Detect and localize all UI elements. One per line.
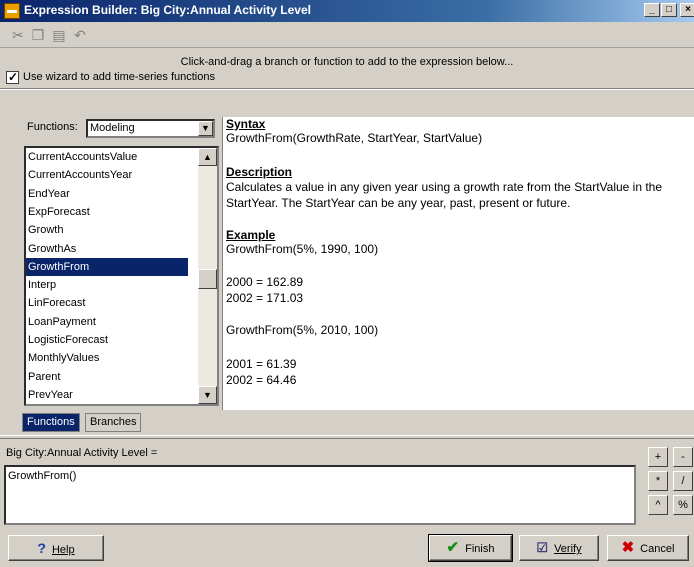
close-button[interactable]: ×: [680, 3, 694, 17]
expression-value: GrowthFrom(): [8, 470, 77, 482]
copy-icon[interactable]: ❐: [30, 27, 46, 43]
syntax-heading: Syntax: [226, 117, 266, 131]
instruction-text: Click-and-drag a branch or function to a…: [180, 56, 514, 68]
functions-label: Functions:: [27, 121, 78, 133]
tab-bar: Functions Branches: [22, 410, 694, 432]
example-1-call: GrowthFrom(5%, 1990, 100): [226, 242, 379, 256]
example-2-result: 2001 = 61.39: [226, 357, 297, 371]
function-list-item[interactable]: CurrentAccountsYear: [26, 166, 188, 184]
maximize-button[interactable]: □: [661, 3, 677, 17]
percent-button[interactable]: %: [673, 495, 693, 515]
description-text: Calculates a value in any given year usi…: [226, 180, 663, 210]
function-list-item[interactable]: Interp: [26, 276, 188, 294]
function-list-item[interactable]: ExpForecast: [26, 203, 188, 221]
functions-dropdown[interactable]: Modeling ▼: [86, 119, 215, 138]
checkmark-icon: ✔: [446, 539, 460, 556]
cut-icon[interactable]: ✂: [10, 27, 26, 43]
example-1-result: 2000 = 162.89: [226, 275, 304, 289]
scroll-thumb[interactable]: [198, 269, 217, 289]
cancel-button[interactable]: ✖ Cancel: [607, 535, 689, 561]
help-button-label: Help: [51, 544, 75, 556]
function-help-pane: Syntax GrowthFrom(GrowthRate, StartYear,…: [222, 117, 694, 410]
plus-button[interactable]: +: [648, 447, 668, 467]
example-2-call: GrowthFrom(5%, 2010, 100): [226, 323, 379, 337]
function-list-scrollbar[interactable]: ▲ ▼: [198, 148, 217, 404]
function-list-item[interactable]: LinForecast: [26, 294, 188, 312]
paste-icon[interactable]: ▤: [51, 27, 67, 43]
cancel-x-icon: ✖: [621, 539, 635, 556]
finish-button-label: Finish: [465, 543, 495, 555]
app-icon: [4, 3, 20, 19]
check-mark-icon: ✓: [8, 70, 19, 84]
expression-input[interactable]: GrowthFrom(): [4, 465, 636, 525]
tab-branches[interactable]: Branches: [85, 413, 142, 432]
scroll-down-icon[interactable]: ▼: [198, 386, 217, 404]
minimize-button[interactable]: _: [644, 3, 660, 17]
title-bar[interactable]: Expression Builder: Big City:Annual Acti…: [0, 0, 694, 22]
tab-functions[interactable]: Functions: [22, 413, 80, 432]
verify-icon: ☑: [536, 540, 549, 555]
wizard-checkbox-label: Use wizard to add time-series functions: [23, 71, 215, 83]
question-mark-icon: ?: [37, 540, 46, 556]
function-list-item[interactable]: PrevYear: [26, 386, 188, 404]
minus-button[interactable]: -: [673, 447, 693, 467]
multiply-button[interactable]: *: [648, 471, 668, 491]
example-2-result: 2002 = 64.46: [226, 373, 297, 387]
function-list[interactable]: CurrentAccountsValue CurrentAccountsYear E…: [24, 146, 219, 406]
function-list-item[interactable]: CurrentAccountsValue: [26, 148, 188, 166]
function-list-item[interactable]: GrowthFrom: [26, 257, 188, 277]
function-list-item[interactable]: LogisticForecast: [26, 331, 188, 349]
function-list-item[interactable]: Growth: [26, 221, 188, 239]
divide-button[interactable]: /: [673, 471, 693, 491]
cancel-button-label: Cancel: [640, 543, 675, 555]
separator: [0, 88, 694, 90]
window-title: Expression Builder: Big City:Annual Acti…: [24, 3, 311, 17]
power-button[interactable]: ^: [648, 495, 668, 515]
splitter[interactable]: [0, 435, 694, 439]
chevron-down-icon[interactable]: ▼: [198, 121, 213, 136]
example-heading: Example: [226, 228, 276, 242]
verify-button[interactable]: ☑ Verify: [519, 535, 599, 561]
verify-button-label: Verify: [554, 543, 582, 555]
functions-dropdown-value: Modeling: [90, 122, 135, 134]
function-list-item[interactable]: MonthlyValues: [26, 349, 188, 367]
description-heading: Description: [226, 165, 293, 179]
function-list-item[interactable]: GrowthAs: [26, 240, 188, 258]
function-list-item[interactable]: EndYear: [26, 185, 188, 203]
function-list-item[interactable]: Parent: [26, 368, 188, 386]
syntax-text: GrowthFrom(GrowthRate, StartYear, StartV…: [226, 131, 483, 145]
wizard-checkbox[interactable]: ✓: [6, 70, 19, 84]
undo-icon[interactable]: ↶: [72, 27, 88, 43]
example-1-result: 2002 = 171.03: [226, 291, 304, 305]
scroll-up-icon[interactable]: ▲: [198, 148, 217, 166]
toolbar: ✂ ❐ ▤ ↶: [0, 22, 694, 48]
function-list-item[interactable]: LoanPayment: [26, 313, 188, 331]
finish-button[interactable]: ✔ Finish: [428, 534, 513, 562]
help-button[interactable]: ? Help: [8, 535, 104, 561]
expression-label: Big City:Annual Activity Level =: [6, 447, 158, 459]
